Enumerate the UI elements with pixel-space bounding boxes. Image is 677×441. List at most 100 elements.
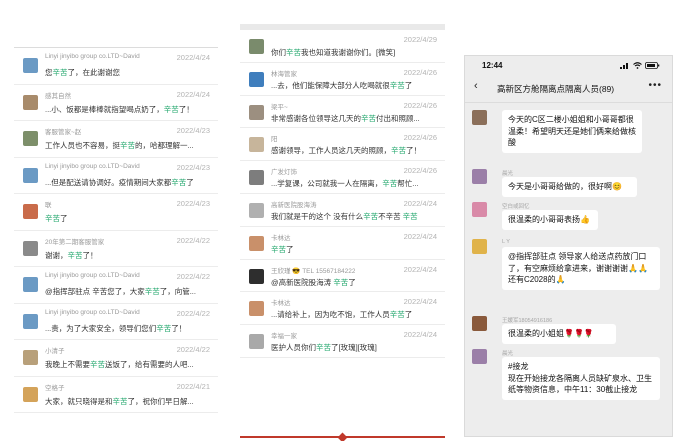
result-row[interactable]: Linyi jinyibo group co.LTD~David 2022/4/2…: [14, 267, 218, 304]
avatar: [23, 277, 38, 292]
back-arrow-icon[interactable]: ‹: [474, 80, 478, 92]
message-snippet: 工作人员也不容易，挺辛苦的，哈都理解一...: [45, 140, 194, 151]
avatar: [249, 235, 264, 251]
result-row[interactable]: 小清子 2022/4/22 我晚上不需要辛苦送饭了，给有需要的人吧...: [14, 340, 218, 377]
phone-chat-screen: 12:44 ‹ 高新区方舱隔离点隔离人员(89) ••• 今天的C区二楼小姐姐和…: [464, 55, 673, 437]
message-date: 2022/4/23: [176, 162, 210, 172]
sender-name: 王媛军18054916186: [502, 318, 553, 324]
more-options-icon[interactable]: •••: [648, 80, 662, 91]
avatar: [249, 334, 264, 350]
snippet-text: 帮忙...: [397, 179, 419, 189]
avatar: [249, 170, 264, 186]
snippet-text: @高新医院股海涛: [271, 277, 334, 287]
message-date: 2022/4/24: [403, 231, 437, 241]
avatar: [23, 167, 38, 183]
message-snippet: 您辛苦了，在此谢谢您: [45, 67, 120, 78]
snippet-text: 非常感谢各位领导这几天的: [271, 113, 361, 123]
sender-avatar: [472, 110, 487, 125]
snippet-text: 您: [45, 68, 53, 77]
snippet-text: 了: [404, 310, 413, 320]
sender-name: 卡林达: [271, 300, 291, 308]
avatar: [249, 104, 264, 120]
sender-name: 阳: [271, 136, 278, 144]
sender-name: Linyi jinyibo group co.LTD~David: [45, 272, 140, 279]
avatar: [23, 94, 38, 110]
result-row[interactable]: 幸福一家 2022/4/24 医护人员你们辛苦了[玫瑰][玫瑰]: [240, 325, 445, 358]
result-row[interactable]: Linyi jinyibo group co.LTD~David 2022/4/2…: [14, 304, 218, 340]
message-bubble[interactable]: @指挥部驻点 领导家人给送点药放门口了，有空麻烦给拿进来，谢谢谢谢🙏🙏还有C20…: [502, 247, 660, 290]
message-bubble[interactable]: 很温柔的小哥哥表扬👍: [502, 210, 598, 230]
highlighted-keyword: 辛苦: [67, 250, 83, 260]
result-row[interactable]: 王欣瑾 😎 TEL 15567184222 2022/4/24 @高新医院股海涛 辛…: [240, 260, 445, 293]
chat-title: 高新区方舱隔离点隔离人员(89): [497, 84, 615, 94]
battery-icon: [645, 62, 660, 69]
avatar: [23, 386, 38, 402]
message-bubble[interactable]: #接龙 现在开始接龙各隔离人员缺矿泉水、卫生纸等物资信息，中午11：30截止接龙: [502, 357, 660, 400]
sender-avatar: [472, 202, 487, 217]
snippet-text: ...请给补上，因为吃不饱，工作人员: [271, 310, 390, 320]
result-row[interactable]: 感其自然 2022/4/24 ...小、饭都是棒棒就指望喝点奶了，辛苦了！: [14, 85, 218, 121]
result-row[interactable]: 梁平~ 2022/4/26 非常感谢各位领导这几天的辛苦付出和照顾...: [240, 96, 445, 129]
avatar: [249, 137, 264, 153]
avatar: [23, 131, 38, 146]
message-bubble[interactable]: 今天是小哥哥给做的，很好啊😊: [502, 177, 637, 197]
snippet-text: 了: [404, 80, 413, 90]
message-date: 2022/4/26: [403, 133, 437, 143]
highlighted-keyword: 辛苦: [400, 211, 418, 221]
signal-icon: [620, 63, 628, 69]
highlighted-keyword: 辛苦: [45, 214, 60, 223]
highlighted-keyword: 辛苦: [120, 141, 135, 150]
snippet-text: 我们就是干的这个 没有什么: [271, 211, 364, 221]
snippet-text: 了，向管...: [159, 287, 196, 296]
avatar: [23, 350, 38, 365]
message-date: 2022/4/22: [176, 308, 210, 318]
result-row[interactable]: 广发灯饰 2022/4/26 ...学复课，公司就我一人在隔离，辛苦帮忙...: [240, 161, 445, 194]
snippet-text: 了: [286, 244, 294, 254]
result-row[interactable]: 林海管家 2022/4/26 ...去，他们能保障大部分人吃喝就很辛苦了: [240, 63, 445, 96]
avatar: [249, 71, 264, 87]
result-row[interactable]: 高新医院股海涛 2022/4/24 我们就是干的这个 没有什么辛苦不辛苦 辛苦: [240, 194, 445, 227]
snippet-text: 送饭了，给有需要的人吧...: [105, 360, 194, 369]
message-snippet: 医护人员你们辛苦了[玫瑰][玫瑰]: [271, 342, 377, 353]
snippet-text: 了: [186, 177, 194, 187]
message-snippet: ...去，他们能保障大部分人吃喝就很辛苦了: [271, 80, 412, 91]
message-bubble[interactable]: 很温柔的小姐姐🌹🌹🌹: [502, 324, 616, 344]
sender-avatar: [472, 239, 487, 254]
snippet-text: 了！: [406, 146, 421, 156]
message-date: 2022/4/24: [176, 53, 210, 62]
message-date: 2022/4/26: [403, 100, 437, 110]
sender-name: 空格子: [45, 384, 65, 392]
message-bubble[interactable]: 今天的C区二楼小姐姐和小哥哥都很温柔！希望明天还是她们俩来给做核酸: [502, 110, 642, 153]
wifi-icon: [633, 62, 642, 69]
sender-name: 晨光: [502, 171, 514, 177]
highlighted-keyword: 辛苦: [171, 177, 187, 187]
result-row[interactable]: 客服管家~赵 2022/4/23 工作人员也不容易，挺辛苦的，哈都理解一...: [14, 121, 218, 158]
sender-name: 空白或回忆: [502, 204, 530, 210]
snippet-text: @指挥部驻点 辛苦您了，大家: [45, 287, 145, 296]
result-row[interactable]: 阳 2022/4/26 感谢领导，工作人员这几天的照顾，辛苦了！: [240, 128, 445, 162]
snippet-text: 了[玫瑰][玫瑰]: [331, 343, 377, 353]
message-snippet: 辛苦了: [271, 244, 294, 255]
message-date: 2022/4/29: [403, 35, 437, 44]
result-row[interactable]: 卡林达 2022/4/24 ...请给补上，因为吃不饱，工作人员辛苦了: [240, 292, 445, 326]
result-row[interactable]: Linyi jinyibo group co.LTD~David 2022/4/2…: [14, 158, 218, 194]
highlighted-keyword: 辛苦: [391, 146, 406, 156]
result-row[interactable]: Linyi jinyibo group co.LTD~David 2022/4/2…: [14, 48, 218, 85]
result-row[interactable]: 20年第二期客服管家 2022/4/22 谢谢，辛苦了！: [14, 231, 218, 267]
sender-name: L Y: [502, 239, 510, 245]
message-snippet: 大家，就只晓得是和辛苦了，祝你们早日解...: [45, 396, 194, 407]
message-snippet: 我们就是干的这个 没有什么辛苦不辛苦 辛苦: [271, 211, 418, 222]
result-row[interactable]: 2022/4/29 你们辛苦我也知道我谢谢你们。[微笑]: [240, 30, 445, 63]
sender-name: Linyi jinyibo group co.LTD~David: [45, 53, 140, 60]
result-row[interactable]: 空格子 2022/4/21 大家，就只晓得是和辛苦了，祝你们早日解...: [14, 377, 218, 413]
sender-name: Linyi jinyibo group co.LTD~David: [45, 162, 140, 170]
avatar: [23, 240, 38, 256]
snippet-text: 了！: [178, 104, 194, 114]
result-row[interactable]: 联 2022/4/23 辛苦了: [14, 194, 218, 231]
result-row[interactable]: 卡林达 2022/4/24 辛苦了: [240, 227, 445, 260]
sender-avatar: [472, 316, 487, 331]
sender-name: 客服管家~赵: [45, 129, 82, 136]
avatar: [249, 39, 264, 54]
message-date: 2022/4/26: [403, 166, 437, 176]
message-snippet: 你们辛苦我也知道我谢谢你们。[微笑]: [271, 47, 395, 58]
